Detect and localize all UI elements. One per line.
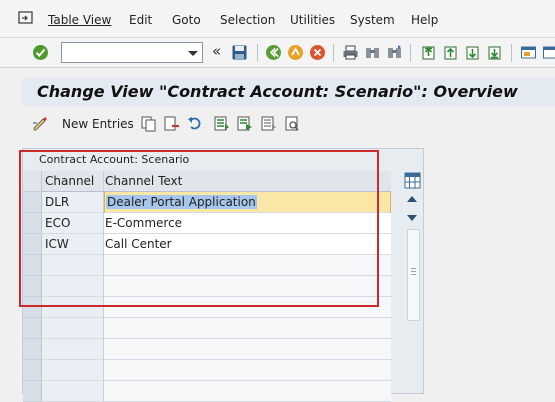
next-page-icon[interactable] [464,44,481,61]
menu-goto[interactable]: Goto [172,13,201,27]
menu-selection[interactable]: Selection [220,13,275,27]
empty-channel-cell[interactable] [42,318,104,339]
empty-table-row[interactable] [23,381,391,402]
select-all-icon[interactable] [213,115,230,132]
scrollbar-grip-icon[interactable] [411,268,416,277]
edit-pencil-icon[interactable] [32,115,49,132]
copy-icon[interactable] [140,115,157,132]
empty-channel-text-cell[interactable] [104,318,391,339]
page-title: Change View "Contract Account: Scenario"… [37,82,518,101]
menu-table-view[interactable]: Table View [48,13,111,27]
toolbar-separator [410,44,411,62]
empty-channel-cell[interactable] [42,339,104,360]
empty-table-row[interactable] [23,339,391,360]
menu-edit[interactable]: Edit [129,13,152,27]
toolbar-separator [257,44,258,62]
select-block-icon[interactable] [236,115,253,132]
empty-channel-text-cell[interactable] [104,360,391,381]
menu-help[interactable]: Help [411,13,438,27]
cancel-icon[interactable] [309,44,326,61]
application-toolbar: New Entries [22,110,555,138]
print-icon[interactable] [342,44,359,61]
empty-channel-cell[interactable] [42,381,104,402]
menu-edit-label: Edit [129,13,152,27]
back-icon[interactable] [265,44,282,61]
standard-toolbar: « [0,38,555,68]
highlight-box [19,150,379,307]
first-page-icon[interactable] [420,44,437,61]
empty-table-row[interactable] [23,360,391,381]
undo-icon[interactable] [187,115,204,132]
scroll-up-icon[interactable] [407,196,417,202]
menu-table-view-label: Table View [48,13,111,27]
enter-check-icon[interactable] [32,44,49,61]
find-next-icon[interactable] [386,44,403,61]
row-selector[interactable] [23,318,42,339]
vertical-scrollbar[interactable] [407,229,420,321]
menu-icon[interactable] [18,11,34,25]
last-page-icon[interactable] [486,44,503,61]
save-icon[interactable] [231,44,248,61]
empty-channel-text-cell[interactable] [104,339,391,360]
new-entries-label: New Entries [62,117,134,131]
command-input[interactable] [62,43,180,62]
collapse-toolbar-icon[interactable]: « [212,42,221,60]
exit-icon[interactable] [287,44,304,61]
previous-page-icon[interactable] [442,44,459,61]
row-selector[interactable] [23,381,42,402]
chevron-down-icon[interactable] [188,51,198,56]
command-field[interactable] [61,42,203,63]
empty-channel-text-cell[interactable] [104,381,391,402]
menu-goto-label: Goto [172,13,201,27]
menu-help-label: Help [411,13,438,27]
where-used-icon[interactable] [284,115,301,132]
menu-utilities[interactable]: Utilities [290,13,335,27]
menu-utilities-label: Utilities [290,13,335,27]
empty-channel-cell[interactable] [42,360,104,381]
menu-system-label: System [350,13,395,27]
empty-table-row[interactable] [23,318,391,339]
scroll-down-icon[interactable] [407,215,417,221]
row-selector[interactable] [23,339,42,360]
row-selector[interactable] [23,360,42,381]
find-icon[interactable] [364,44,381,61]
create-session-icon[interactable] [520,44,537,61]
menu-system[interactable]: System [350,13,395,27]
toolbar-separator [333,44,334,62]
toolbar-separator [511,44,512,62]
deselect-all-icon[interactable] [260,115,277,132]
shortcut-icon[interactable] [542,44,555,61]
new-entries-button[interactable]: New Entries [62,117,134,131]
table-settings-icon[interactable] [404,172,421,189]
delete-icon[interactable] [163,115,180,132]
menu-selection-label: Selection [220,13,275,27]
title-bar: Change View "Contract Account: Scenario"… [22,78,555,106]
menu-bar: Table View Edit Goto Selection Utilities… [0,0,555,38]
